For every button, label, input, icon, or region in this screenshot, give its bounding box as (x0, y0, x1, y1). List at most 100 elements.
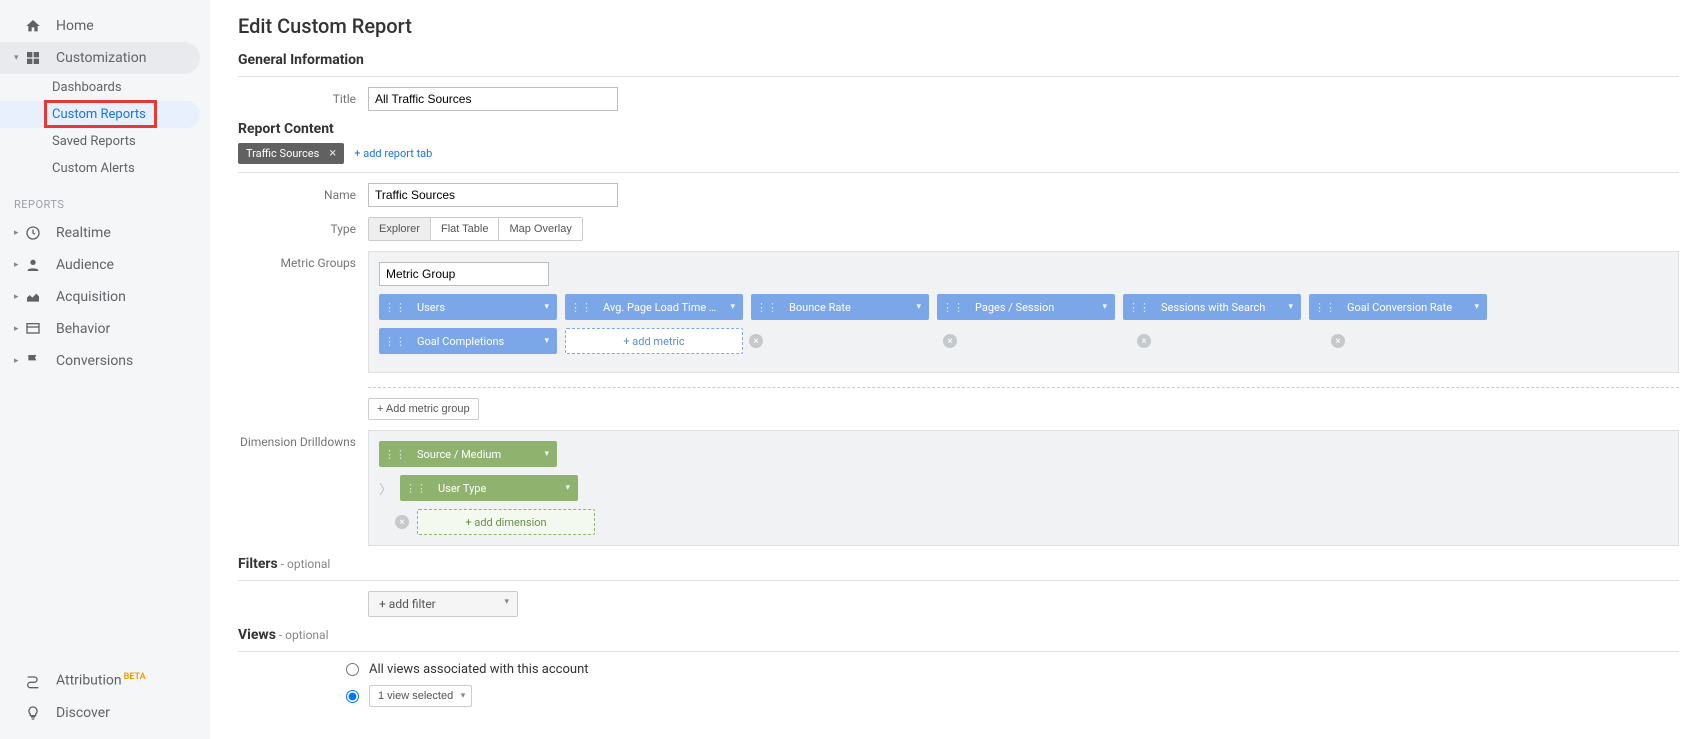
metric-chip[interactable]: ⋮⋮Goal Completions▾ (379, 328, 557, 354)
sidebar-realtime[interactable]: ▸ Realtime (0, 217, 210, 249)
elbow-icon: 〉 (379, 479, 392, 498)
dimension-label: Source / Medium (411, 448, 536, 461)
sidebar-behavior-label: Behavior (56, 321, 110, 337)
reports-section-label: REPORTS (0, 182, 210, 217)
optional-label: - optional (276, 628, 329, 642)
sidebar-attribution[interactable]: AttributionBETA (0, 664, 210, 697)
remove-button[interactable]: × (1331, 334, 1345, 348)
sidebar-behavior[interactable]: ▸ Behavior (0, 313, 210, 345)
flag-icon (24, 353, 42, 369)
main-content: Edit Custom Report General Information T… (210, 0, 1707, 739)
input-metric-group-name[interactable] (379, 262, 549, 286)
sidebar-audience-label: Audience (56, 257, 114, 273)
section-filters: Filters - optional (238, 556, 1679, 572)
sidebar-home[interactable]: Home (0, 10, 210, 42)
sidebar-acquisition[interactable]: ▸ Acquisition (0, 281, 210, 313)
chevron-down-icon[interactable]: ▾ (1466, 302, 1487, 312)
chevron-down-icon: ▾ (14, 53, 22, 63)
metric-label: Pages / Session (969, 301, 1094, 314)
sidebar-conversions-label: Conversions (56, 353, 133, 369)
customization-icon (24, 50, 42, 66)
beta-badge: BETA (124, 672, 146, 682)
close-icon[interactable]: × (329, 147, 336, 160)
metric-chip[interactable]: ⋮⋮Avg. Page Load Time (s…▾ (565, 294, 743, 320)
report-tab-label: Traffic Sources (246, 147, 319, 160)
chevron-right-icon: ▸ (14, 228, 22, 238)
chevron-down-icon[interactable]: ▾ (722, 302, 743, 312)
input-tab-name[interactable] (368, 183, 618, 207)
add-filter-dropdown[interactable]: + add filter (368, 591, 518, 617)
remove-button[interactable]: × (395, 515, 409, 529)
radio-selected-views[interactable] (346, 690, 359, 703)
sidebar-customization-label: Customization (56, 50, 146, 66)
chevron-down-icon[interactable]: ▾ (536, 302, 557, 312)
radio-all-views[interactable] (346, 663, 359, 676)
chevron-down-icon[interactable]: ▾ (557, 483, 578, 493)
optional-label: - optional (278, 557, 331, 571)
drag-handle-icon[interactable]: ⋮⋮ (565, 301, 597, 314)
sidebar-sub-saved-reports[interactable]: Saved Reports (0, 128, 210, 155)
drag-handle-icon[interactable]: ⋮⋮ (379, 301, 411, 314)
sidebar-attribution-label: Attribution (56, 673, 122, 689)
add-dimension-button[interactable]: + add dimension (417, 509, 595, 535)
sidebar: Home ▾ Customization Dashboards Custom R… (0, 0, 210, 739)
metric-groups-area: ⋮⋮Users▾⋮⋮Avg. Page Load Time (s…▾⋮⋮Boun… (368, 251, 1679, 373)
dimension-chip[interactable]: ⋮⋮ User Type ▾ (400, 475, 578, 501)
metric-label: Goal Completions (411, 335, 536, 348)
highlight-box (44, 100, 157, 128)
radio-all-views-label: All views associated with this account (369, 662, 589, 677)
sidebar-realtime-label: Realtime (56, 225, 111, 241)
sidebar-sub-dashboards[interactable]: Dashboards (0, 74, 210, 101)
metric-chip[interactable]: ⋮⋮Goal Conversion Rate▾ (1309, 294, 1487, 320)
chevron-right-icon: ▸ (14, 292, 22, 302)
drag-handle-icon[interactable]: ⋮⋮ (400, 482, 432, 495)
chevron-down-icon[interactable]: ▾ (908, 302, 929, 312)
metric-chip[interactable]: ⋮⋮Sessions with Search▾ (1123, 294, 1301, 320)
remove-button[interactable]: × (1137, 334, 1151, 348)
sidebar-conversions[interactable]: ▸ Conversions (0, 345, 210, 377)
type-map-overlay-button[interactable]: Map Overlay (499, 218, 581, 240)
drag-handle-icon[interactable]: ⋮⋮ (379, 335, 411, 348)
drag-handle-icon[interactable]: ⋮⋮ (1123, 301, 1155, 314)
dimensions-area: ⋮⋮ Source / Medium ▾ 〉 ⋮⋮ User Type ▾ × (368, 430, 1679, 546)
sidebar-audience[interactable]: ▸ Audience (0, 249, 210, 281)
metric-label: Avg. Page Load Time (s… (597, 301, 722, 314)
metric-chip[interactable]: ⋮⋮Bounce Rate▾ (751, 294, 929, 320)
views-selected-dropdown[interactable]: 1 view selected (369, 685, 472, 707)
chevron-right-icon: ▸ (14, 356, 22, 366)
sidebar-discover[interactable]: Discover (0, 697, 210, 729)
sidebar-sub-custom-alerts[interactable]: Custom Alerts (0, 155, 210, 182)
section-views: Views - optional (238, 627, 1679, 643)
drag-handle-icon[interactable]: ⋮⋮ (751, 301, 783, 314)
add-metric-button[interactable]: + add metric (565, 328, 743, 354)
dimension-label: User Type (432, 482, 557, 495)
metric-chip[interactable]: ⋮⋮Users▾ (379, 294, 557, 320)
add-report-tab-link[interactable]: + add report tab (354, 147, 432, 160)
dimension-chip[interactable]: ⋮⋮ Source / Medium ▾ (379, 441, 557, 467)
label-metric-groups: Metric Groups (238, 251, 368, 270)
metric-label: Bounce Rate (783, 301, 908, 314)
chevron-down-icon[interactable]: ▾ (536, 449, 557, 459)
type-explorer-button[interactable]: Explorer (369, 218, 431, 240)
label-dimension-drilldowns: Dimension Drilldowns (238, 430, 368, 449)
drag-handle-icon[interactable]: ⋮⋮ (1309, 301, 1341, 314)
sidebar-discover-label: Discover (56, 705, 110, 721)
chevron-down-icon[interactable]: ▾ (1094, 302, 1115, 312)
type-flat-table-button[interactable]: Flat Table (431, 218, 500, 240)
drag-handle-icon[interactable]: ⋮⋮ (937, 301, 969, 314)
chevron-down-icon[interactable]: ▾ (536, 336, 557, 346)
remove-button[interactable]: × (943, 334, 957, 348)
label-name: Name (238, 183, 368, 202)
drag-handle-icon[interactable]: ⋮⋮ (379, 448, 411, 461)
remove-button[interactable]: × (749, 334, 763, 348)
add-metric-group-button[interactable]: + Add metric group (368, 398, 479, 420)
type-button-group: Explorer Flat Table Map Overlay (368, 217, 583, 241)
chevron-down-icon[interactable]: ▾ (1280, 302, 1301, 312)
section-report-content: Report Content (238, 121, 1679, 137)
sidebar-customization[interactable]: ▾ Customization (0, 42, 200, 74)
metric-label: Goal Conversion Rate (1341, 301, 1466, 314)
input-title[interactable] (368, 87, 618, 111)
metric-chip[interactable]: ⋮⋮Pages / Session▾ (937, 294, 1115, 320)
report-tab[interactable]: Traffic Sources × (238, 143, 344, 164)
clock-icon (24, 225, 42, 241)
